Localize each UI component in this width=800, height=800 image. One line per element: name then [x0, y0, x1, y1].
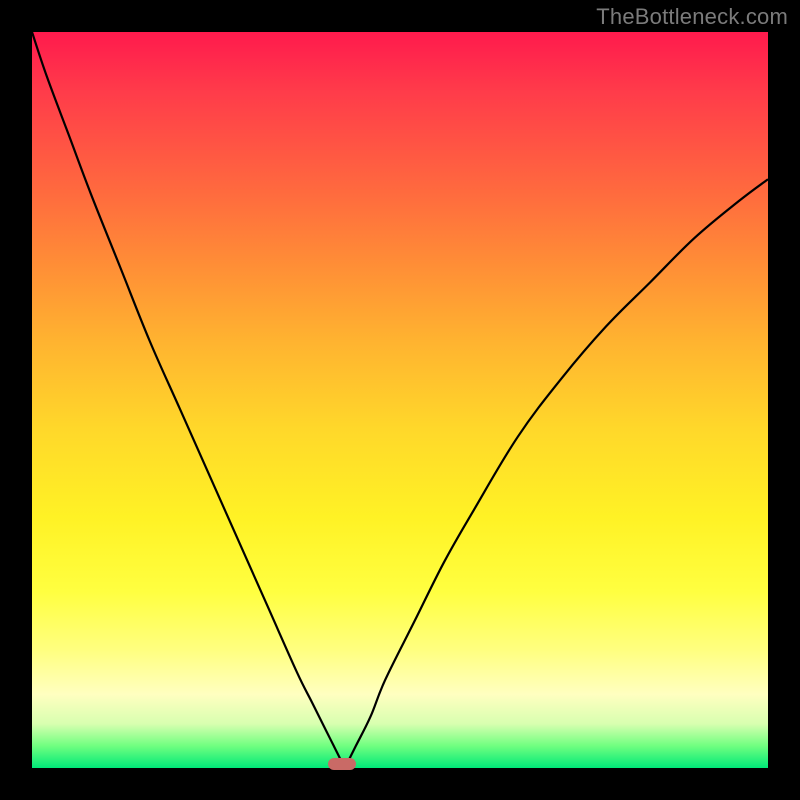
plot-area: [32, 32, 768, 768]
curve-left-branch: [32, 32, 345, 768]
watermark-text: TheBottleneck.com: [596, 4, 788, 30]
chart-frame: TheBottleneck.com: [0, 0, 800, 800]
minimum-marker: [328, 758, 356, 770]
curve-right-branch: [345, 179, 768, 768]
bottleneck-curve: [32, 32, 768, 768]
